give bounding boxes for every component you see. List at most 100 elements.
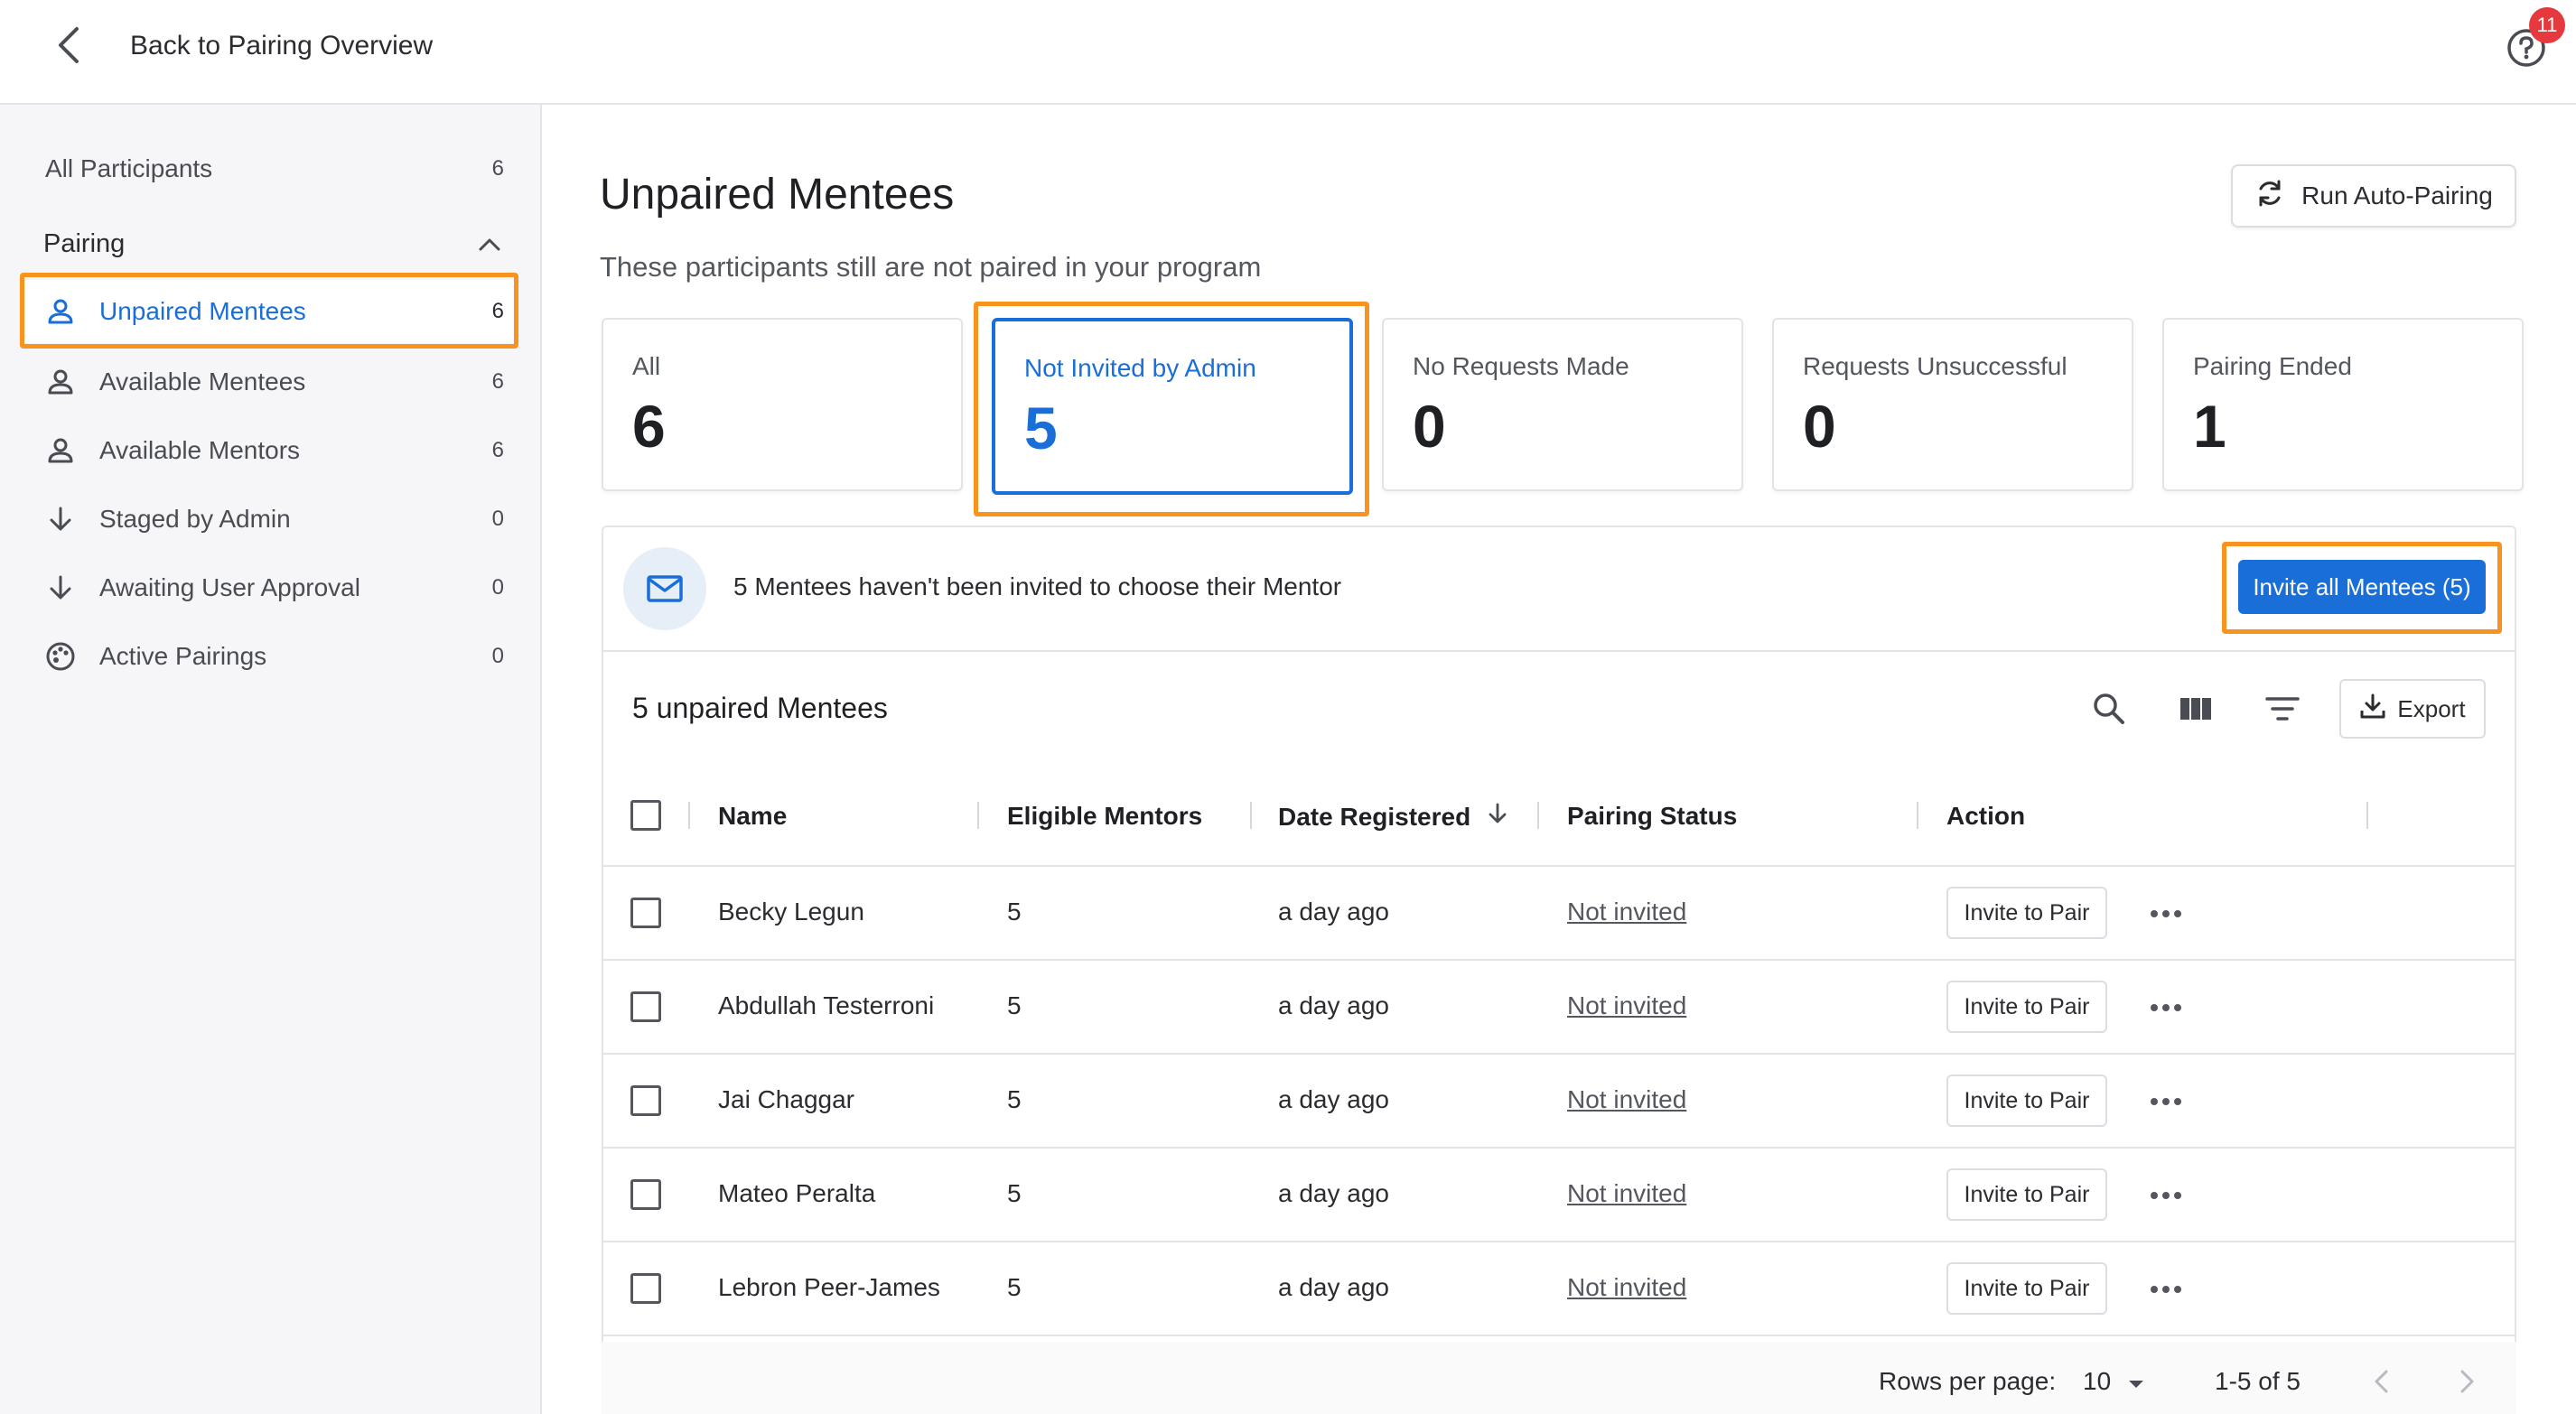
stat-label: Pairing Ended (2193, 352, 2352, 380)
arrow-down-icon (42, 500, 79, 538)
sidebar-item-count: 6 (491, 156, 504, 181)
chevron-up-icon (477, 229, 502, 259)
filter-icon[interactable] (2260, 686, 2305, 731)
rows-per-page-value: 10 (2083, 1367, 2112, 1395)
export-button[interactable]: Export (2339, 679, 2486, 739)
stat-label: Requests Unsuccessful (1803, 352, 2067, 380)
stat-value: 0 (1413, 393, 1446, 460)
column-divider (2366, 802, 2368, 829)
search-icon[interactable] (2086, 686, 2132, 731)
refresh-icon (2254, 178, 2301, 215)
sidebar-item-count: 0 (491, 644, 504, 668)
mentee-name: Mateo Peralta (718, 1179, 876, 1207)
sidebar-item-label: Active Pairings (99, 642, 267, 670)
invite-to-pair-button[interactable]: Invite to Pair (1946, 887, 2107, 939)
column-header-date-registered[interactable]: Date Registered (1278, 802, 1508, 832)
stat-card-pairing-ended[interactable]: Pairing Ended 1 (2162, 318, 2524, 491)
date-registered: a day ago (1278, 898, 1389, 926)
mentee-name: Lebron Peer-James (718, 1273, 940, 1301)
sidebar-item-label: Staged by Admin (99, 505, 291, 533)
more-options-icon[interactable] (2146, 1176, 2186, 1215)
sidebar-item-unpaired-mentees[interactable]: Unpaired Mentees 6 (22, 280, 517, 343)
sidebar-item-all-participants[interactable]: All Participants 6 (22, 137, 517, 200)
pairing-status-link[interactable]: Not invited (1567, 1179, 1686, 1208)
back-button[interactable] (47, 22, 90, 72)
mentee-name: Becky Legun (718, 898, 864, 926)
select-all-checkbox[interactable] (630, 800, 661, 831)
eligible-mentors: 5 (1007, 991, 1022, 1019)
date-registered: a day ago (1278, 1273, 1389, 1301)
row-checkbox[interactable] (630, 991, 661, 1022)
person-icon (42, 363, 79, 401)
next-page-icon[interactable] (2448, 1362, 2487, 1401)
column-header-pairing-status[interactable]: Pairing Status (1567, 802, 1737, 831)
columns-icon[interactable] (2173, 686, 2218, 731)
page-title: Unpaired Mentees (600, 171, 955, 219)
invite-to-pair-button[interactable]: Invite to Pair (1946, 981, 2107, 1033)
column-header-action: Action (1946, 802, 2026, 830)
more-options-icon[interactable] (2146, 988, 2186, 1028)
arrow-down-icon (42, 569, 79, 607)
table-title: 5 unpaired Mentees (632, 692, 888, 724)
sidebar-item-available-mentees[interactable]: Available Mentees 6 (22, 350, 517, 414)
pairing-status-link[interactable]: Not invited (1567, 991, 1686, 1020)
person-icon (42, 432, 79, 470)
sidebar-item-available-mentors[interactable]: Available Mentors 6 (22, 419, 517, 482)
mentee-name: Abdullah Testerroni (718, 991, 935, 1019)
stat-value: 0 (1803, 393, 1836, 460)
sidebar-item-count: 6 (491, 369, 504, 394)
row-checkbox[interactable] (630, 898, 661, 928)
stat-value: 1 (2193, 393, 2226, 460)
column-header-name[interactable]: Name (718, 802, 787, 831)
column-divider (977, 802, 979, 829)
sidebar-item-staged-by-admin[interactable]: Staged by Admin 0 (22, 488, 517, 551)
sidebar-item-count: 0 (491, 575, 504, 600)
pairing-status-link[interactable]: Not invited (1567, 1085, 1686, 1114)
column-header-eligible-mentors[interactable]: Eligible Mentors (1007, 802, 1202, 831)
more-options-icon[interactable] (2146, 894, 2186, 934)
invite-all-mentees-button[interactable]: Invite all Mentees (5) (2238, 560, 2486, 614)
table-header (602, 778, 2516, 867)
sidebar-section-pairing[interactable]: Pairing (22, 217, 517, 271)
sidebar-item-active-pairings[interactable]: Active Pairings 0 (22, 625, 517, 688)
mail-icon (623, 547, 706, 630)
stat-card-requests-unsuccessful[interactable]: Requests Unsuccessful 0 (1772, 318, 2133, 491)
row-checkbox[interactable] (630, 1179, 661, 1210)
run-auto-pairing-label: Run Auto-Pairing (2301, 181, 2493, 209)
sidebar-item-label: Available Mentees (99, 367, 306, 395)
date-registered: a day ago (1278, 991, 1389, 1019)
question-circle-icon (2506, 29, 2547, 72)
more-options-icon[interactable] (2146, 1082, 2186, 1121)
notification-badge: 11 (2529, 7, 2565, 43)
more-options-icon[interactable] (2146, 1270, 2186, 1309)
invite-to-pair-button[interactable]: Invite to Pair (1946, 1262, 2107, 1315)
date-registered: a day ago (1278, 1085, 1389, 1113)
sidebar-item-count: 6 (491, 299, 504, 323)
row-checkbox[interactable] (630, 1273, 661, 1304)
invite-to-pair-button[interactable]: Invite to Pair (1946, 1168, 2107, 1221)
column-header-label: Date Registered (1278, 803, 1471, 831)
sidebar-item-label: Unpaired Mentees (99, 297, 306, 325)
stat-card-no-requests-made[interactable]: No Requests Made 0 (1382, 318, 1743, 491)
rows-per-page-select[interactable]: 10 (2083, 1367, 2145, 1396)
stat-value: 5 (1024, 395, 1058, 461)
run-auto-pairing-button[interactable]: Run Auto-Pairing (2231, 164, 2516, 228)
invite-to-pair-button[interactable]: Invite to Pair (1946, 1074, 2107, 1127)
back-link-label[interactable]: Back to Pairing Overview (130, 31, 433, 61)
rows-per-page-label: Rows per page: (1879, 1367, 2057, 1395)
stat-card-all[interactable]: All 6 (602, 318, 963, 491)
eligible-mentors: 5 (1007, 1085, 1022, 1113)
sidebar-item-label: Awaiting User Approval (99, 573, 360, 601)
sidebar-section-label: Pairing (43, 228, 126, 258)
pairing-status-link[interactable]: Not invited (1567, 1273, 1686, 1302)
pairing-status-link[interactable]: Not invited (1567, 898, 1686, 926)
column-divider (1537, 802, 1539, 829)
column-divider (1250, 802, 1252, 829)
stat-card-not-invited-by-admin[interactable]: Not Invited by Admin 5 (992, 318, 1353, 495)
export-label: Export (2397, 694, 2466, 722)
person-icon (42, 293, 79, 330)
prev-page-icon[interactable] (2361, 1362, 2401, 1401)
sidebar-item-label: Available Mentors (99, 436, 301, 464)
row-checkbox[interactable] (630, 1085, 661, 1116)
sidebar-item-awaiting-user-approval[interactable]: Awaiting User Approval 0 (22, 556, 517, 619)
